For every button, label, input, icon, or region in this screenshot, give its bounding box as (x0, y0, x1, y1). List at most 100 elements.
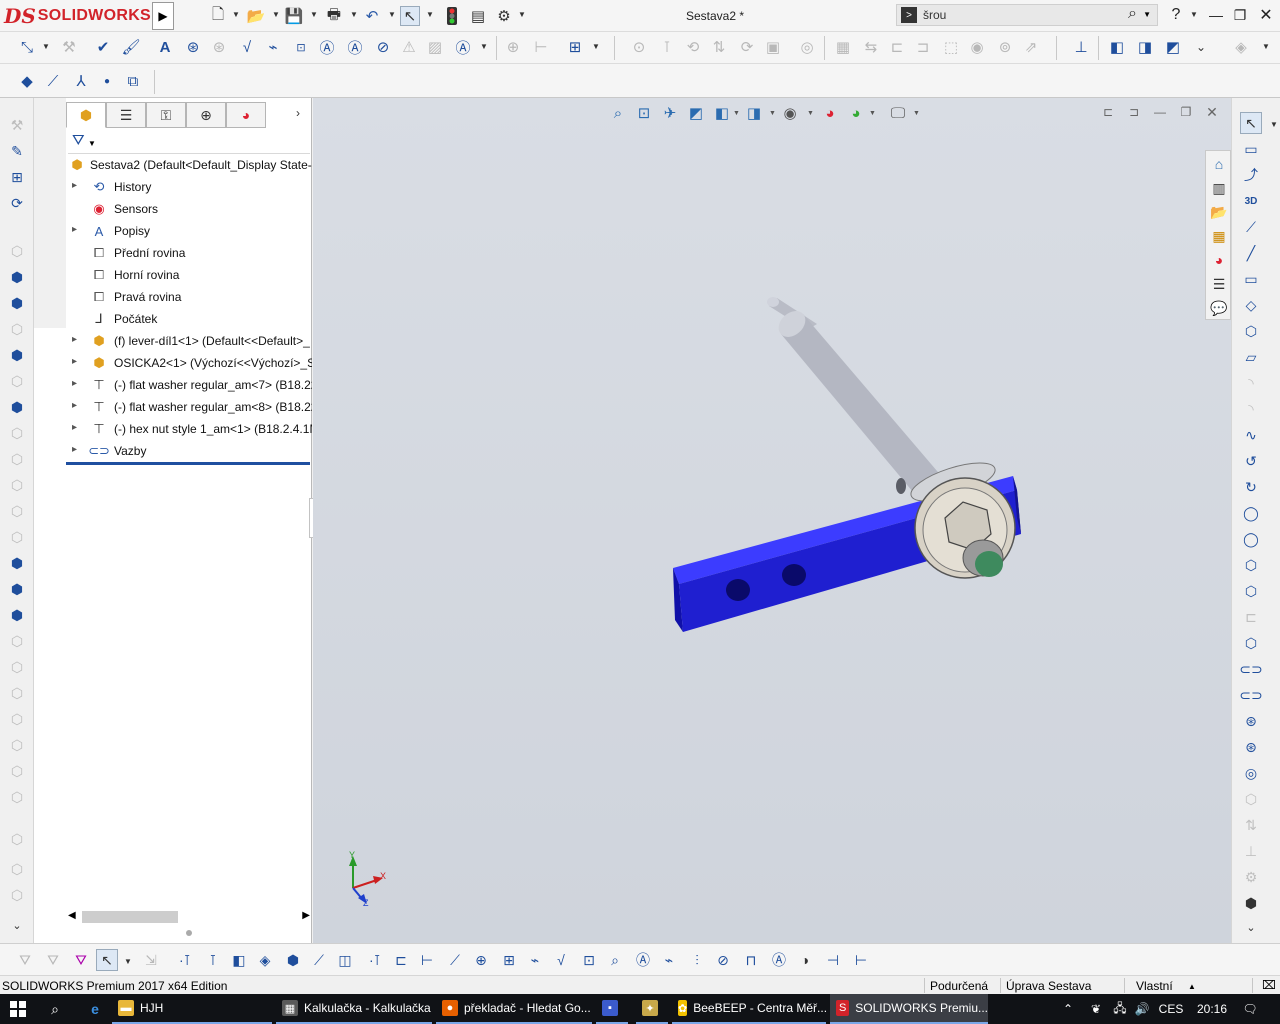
assembly-model-3d[interactable] (313, 98, 1231, 943)
linear-note-pattern-icon[interactable]: ⊛ (182, 36, 204, 58)
toolbar-overflow-chevron-icon[interactable]: ⌄ (1190, 36, 1212, 58)
tree-item[interactable]: ⅃ Počátek (66, 308, 312, 330)
sketch-tool-4-icon[interactable]: ↻ (1240, 476, 1262, 498)
parallelogram-icon[interactable]: ▱ (1240, 346, 1262, 368)
tree-item[interactable]: ◉ Sensors (66, 198, 312, 220)
hole-callout-icon[interactable]: ⊡ (290, 36, 312, 58)
filter-sketch-segments-icon[interactable]: ⊏ (390, 949, 412, 971)
slot-4-icon[interactable]: ⊛ (1240, 736, 1262, 758)
filter-faces-icon[interactable]: ◧ (228, 949, 250, 971)
strip-overflow-chevron-icon[interactable]: ⌄ (6, 914, 28, 936)
strip-tool-11-icon[interactable]: ⬢ (6, 396, 28, 418)
help-dropdown-caret-icon[interactable]: ▼ (1190, 10, 1198, 19)
undo-icon[interactable]: ↶ (362, 6, 382, 26)
tree-item[interactable]: ▸ A Popisy (66, 220, 312, 242)
tab-display-manager[interactable]: ◕ (226, 102, 266, 128)
open-icon[interactable]: 📂 (246, 6, 266, 26)
tree-item[interactable]: ⧠ Pravá rovina (66, 286, 312, 308)
view-cube-2-icon[interactable]: ◨ (1134, 36, 1156, 58)
filter-icon[interactable]: ⛛ (72, 132, 85, 149)
filter-edges-icon[interactable]: ⊺ (202, 949, 224, 971)
expand-arrow-icon[interactable]: ▸ (72, 422, 82, 433)
sketch-tool-6-icon[interactable]: ⬡ (1240, 632, 1262, 654)
circle-3-icon[interactable]: ⬡ (1240, 554, 1262, 576)
tray-overflow-icon[interactable]: ⌃ (1056, 994, 1080, 1024)
filter-cosmetic-threads-icon[interactable]: ⫶ (686, 949, 708, 971)
options-gear-icon[interactable]: ⚙ (494, 6, 514, 26)
polygon-icon[interactable]: ◇ (1240, 294, 1262, 316)
smart-dimension-icon[interactable]: ⤡ (16, 36, 38, 58)
centerline-icon[interactable]: ⟋ (1240, 216, 1262, 238)
filter-datum-features-icon[interactable]: ⌕ (604, 949, 626, 971)
filter-dowel-pin-icon[interactable]: ⊓ (740, 949, 762, 971)
filter-planes-icon[interactable]: ◫ (334, 949, 356, 971)
print-dropdown-caret-icon[interactable]: ▼ (350, 10, 358, 19)
menu-expand-arrow-icon[interactable]: ▶ (152, 2, 174, 30)
tab-feature-manager[interactable]: ⬢ (66, 102, 106, 128)
select-tool-caret-icon[interactable]: ▼ (1270, 120, 1278, 129)
coordinate-system-icon[interactable]: ⅄ (70, 70, 92, 92)
scroll-left-icon[interactable]: ◀ (68, 910, 76, 921)
search-input[interactable]: šrou (923, 8, 946, 22)
undo-dropdown-caret-icon[interactable]: ▼ (388, 10, 396, 19)
filter-centerline-icon[interactable]: ⊕ (470, 949, 492, 971)
command-prompt-icon[interactable]: > (901, 7, 917, 23)
table-dropdown-caret-icon[interactable]: ▼ (592, 42, 600, 51)
slot-1-icon[interactable]: ⊂⊃ (1239, 658, 1262, 680)
surface-finish-icon[interactable]: √ (236, 36, 258, 58)
graphics-area[interactable]: ⌕ ⊡ ✈ ◩ ◧ ▼ ◨ ▼ ◉ ▼ ◕ ◕ ▼ 🖵 ▼ ⊏ ⊐ — ❐ ✕ … (313, 98, 1231, 943)
filter-center-marks-icon[interactable]: ⟋ (444, 949, 466, 971)
panel-splitter-handle[interactable] (186, 930, 192, 936)
units-dropdown-caret-icon[interactable]: ▲ (1188, 982, 1196, 991)
minimize-icon[interactable]: — (1204, 4, 1228, 26)
units-selector[interactable]: Vlastní (1136, 979, 1173, 993)
reference-geometry-icon[interactable]: ⊥ (1070, 36, 1092, 58)
mate-reference-icon[interactable]: ⧉ (122, 70, 144, 92)
datum-target-icon[interactable]: ⊘ (372, 36, 394, 58)
taskbar-item[interactable]: ▬ HJH (112, 994, 272, 1024)
lever-hole-1[interactable] (726, 579, 750, 601)
rebuild-traffic-light-icon[interactable] (442, 6, 462, 26)
input-language[interactable]: CES (1156, 994, 1186, 1024)
status-bar-message-icon[interactable]: ⌧ (1262, 978, 1276, 992)
start-button[interactable] (0, 994, 36, 1024)
filter-connection-points-icon[interactable]: Ⓐ (768, 949, 790, 971)
filter-midpoints-icon[interactable]: ⊢ (416, 949, 438, 971)
taskbar-item[interactable]: ✦ (636, 994, 668, 1024)
spell-checker-icon[interactable]: ✔ (92, 36, 114, 58)
lever-hole-2[interactable] (782, 564, 806, 586)
volume-icon[interactable]: 🔊 (1130, 994, 1154, 1024)
strip-tool-17-icon[interactable]: ⬢ (6, 552, 28, 574)
view-cube-1-icon[interactable]: ◧ (1106, 36, 1128, 58)
strip-tool-4-icon[interactable]: ⟳ (6, 192, 28, 214)
tree-item[interactable]: ⧠ Přední rovina (66, 242, 312, 264)
strip-tool-6-icon[interactable]: ⬢ (6, 266, 28, 288)
spline-icon[interactable]: ∿ (1240, 424, 1262, 446)
centerline-sketch-icon[interactable]: ⟋ (42, 70, 64, 92)
sketch-3d-icon[interactable]: 3D (1240, 190, 1262, 212)
tab-dimxpert-manager[interactable]: ⊕ (186, 102, 226, 128)
filter-vertices-icon[interactable]: ·⊺ (174, 949, 196, 971)
solidworks-logo[interactable]: DS SOLIDWORKS (4, 2, 151, 30)
tree-item[interactable]: ▸ ⊂⊃ Vazby (66, 440, 312, 462)
strip-tool-9-icon[interactable]: ⬢ (6, 344, 28, 366)
strip-tool-7-icon[interactable]: ⬢ (6, 292, 28, 314)
strip-tool-18-icon[interactable]: ⬢ (6, 578, 28, 600)
filter-weld-symbols-icon[interactable]: Ⓐ (632, 949, 654, 971)
action-center-icon[interactable]: 🗨 (1238, 994, 1262, 1024)
expand-arrow-icon[interactable]: ▸ (72, 180, 82, 191)
table-icon[interactable]: ⊞ (564, 36, 586, 58)
expand-arrow-icon[interactable]: ▸ (72, 378, 82, 389)
select-tool-icon[interactable]: ↖ (1240, 112, 1262, 134)
sketch-tool-2-icon[interactable]: ⬡ (1240, 320, 1262, 342)
right-strip-overflow-chevron-icon[interactable]: ⌄ (1240, 916, 1262, 938)
search-dropdown-caret-icon[interactable]: ▼ (1143, 10, 1151, 19)
taskbar-item[interactable]: ● překladač - Hledat Go... (436, 994, 592, 1024)
sketch-tool-3-icon[interactable]: ↺ (1240, 450, 1262, 472)
filter-surface-bodies-icon[interactable]: ◈ (254, 949, 276, 971)
search-commands-box[interactable]: > šrou ⌕ ▼ (896, 4, 1158, 26)
help-button[interactable]: ? (1164, 4, 1188, 26)
tree-filter[interactable]: ⛛ ▼ (68, 130, 310, 154)
dimension-dropdown-caret-icon[interactable]: ▼ (42, 42, 50, 51)
filter-all-icon[interactable]: ⛛ (70, 949, 92, 971)
